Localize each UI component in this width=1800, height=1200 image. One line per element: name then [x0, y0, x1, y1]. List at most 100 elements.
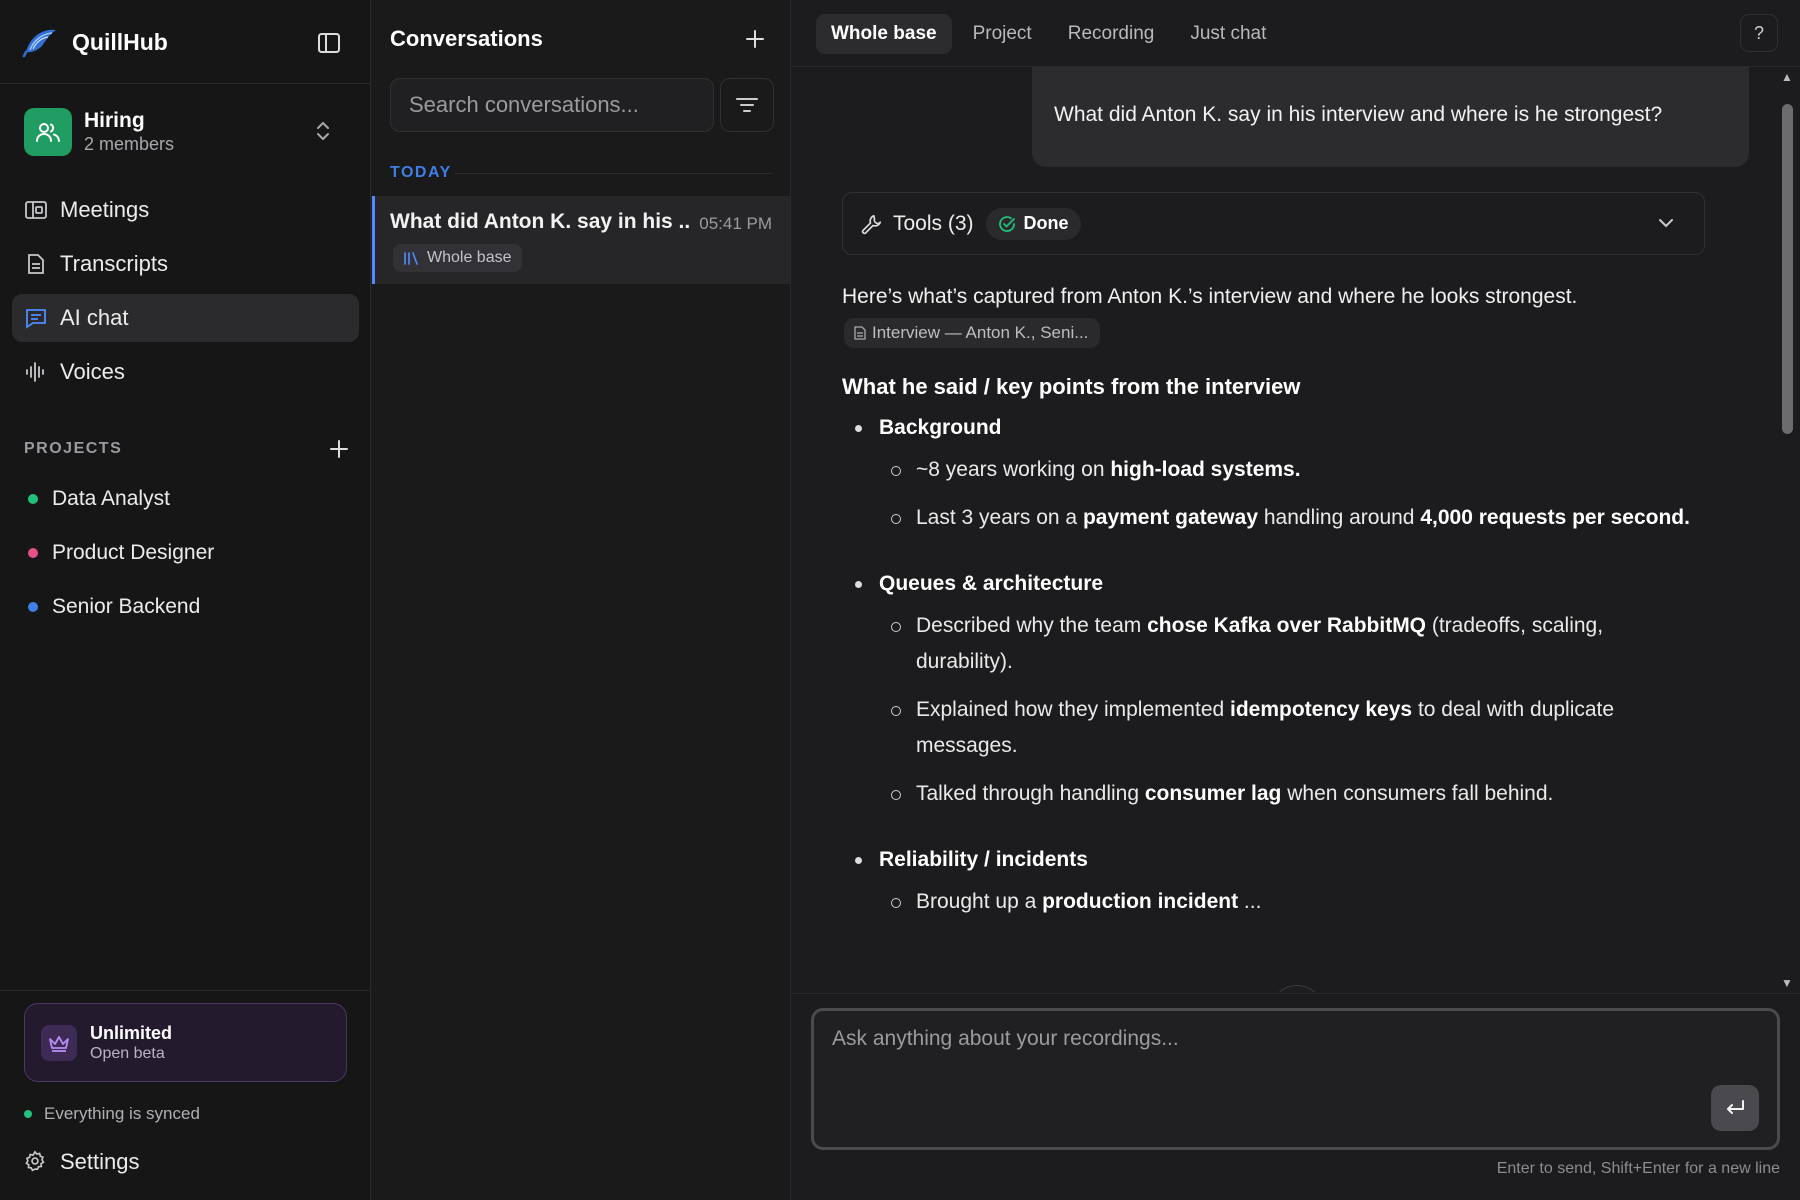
plan-subtitle: Open beta — [90, 1044, 165, 1062]
divider — [0, 83, 370, 84]
sync-status-text: Everything is synced — [44, 1104, 200, 1123]
app-name: QuillHub — [72, 28, 168, 55]
nav-item-label: AI chat — [60, 305, 129, 330]
project-color-dot — [28, 602, 38, 612]
nav-item-label: Transcripts — [60, 251, 168, 276]
project-label: Product Designer — [52, 541, 215, 564]
tab-just-chat[interactable]: Just chat — [1175, 14, 1281, 54]
conversations-panel: Conversations TODAY What did Anton K. sa… — [372, 0, 791, 1200]
conversation-title: What did Anton K. say in his ... — [390, 210, 690, 233]
divider — [0, 990, 370, 991]
scrollbar-thumb[interactable] — [1782, 104, 1793, 434]
answer-intro: Here’s what’s captured from Anton K.’s i… — [842, 285, 1578, 308]
answer-point: Last 3 years on a payment gateway handli… — [842, 500, 1702, 536]
tools-status-badge: Done — [985, 207, 1081, 240]
answer-point-text: ~8 years working on — [916, 458, 1111, 481]
plan-title: Unlimited — [90, 1022, 173, 1043]
project-label: Data Analyst — [52, 487, 170, 510]
search-input[interactable] — [409, 92, 713, 118]
chevron-down-icon — [1656, 213, 1676, 233]
sync-status-dot — [24, 1110, 32, 1118]
source-citation-label: Interview — Anton K., Seni... — [872, 323, 1089, 342]
answer-point: ~8 years working on high-load systems. — [842, 452, 1702, 488]
scope-tabs: Whole base Project Recording Just chat — [816, 14, 1287, 54]
group-label-today: TODAY — [390, 164, 452, 181]
project-list: Data Analyst Product Designer Senior Bac… — [28, 472, 214, 634]
answer-section-title: Background — [842, 416, 1702, 440]
crown-icon — [41, 1024, 77, 1061]
workspace-avatar — [24, 108, 72, 156]
message-composer — [811, 1008, 1780, 1150]
search-conversations — [390, 78, 714, 132]
meetings-icon — [24, 198, 48, 222]
filter-button[interactable] — [720, 78, 774, 132]
answer-point-text: when consumers fall behind. — [1281, 782, 1554, 805]
answer-point: Described why the team chose Kafka over … — [842, 608, 1702, 680]
add-project-button[interactable] — [329, 439, 349, 459]
tab-recording[interactable]: Recording — [1053, 14, 1170, 54]
plan-card[interactable]: Unlimited Open beta — [24, 1003, 347, 1082]
new-conversation-button[interactable] — [744, 28, 766, 50]
answer-point: Explained how they implemented idempoten… — [842, 692, 1702, 764]
answer-point-text: Talked through handling — [916, 782, 1145, 805]
workspace-name: Hiring — [84, 109, 145, 132]
projects-label: PROJECTS — [24, 440, 123, 457]
project-color-dot — [28, 548, 38, 558]
answer-section-title: Reliability / incidents — [842, 848, 1702, 872]
brand[interactable]: QuillHub — [22, 22, 168, 62]
divider — [792, 993, 1800, 994]
answer-point-emphasis: consumer lag — [1144, 782, 1282, 805]
nav-item-ai-chat[interactable]: AI chat — [12, 294, 359, 342]
sidebar: QuillHub Hiring 2 members Meetings Trans… — [0, 0, 371, 1200]
answer-point-emphasis: production incident — [1042, 890, 1239, 913]
message-input[interactable] — [832, 1027, 1692, 1107]
conversation-tag-label: Whole base — [427, 249, 512, 266]
chat-scrollbar[interactable]: ▲ ▼ — [1778, 70, 1796, 990]
nav-item-label: Meetings — [60, 197, 150, 222]
workspace-switcher[interactable]: Hiring 2 members — [24, 107, 349, 157]
source-citation-chip[interactable]: Interview — Anton K., Seni... — [844, 318, 1101, 348]
sidebar-panel-icon — [317, 32, 341, 54]
enter-icon — [1724, 1098, 1746, 1118]
answer-point-text: ... — [1238, 890, 1262, 913]
nav-item-voices[interactable]: Voices — [12, 348, 359, 396]
nav-item-meetings[interactable]: Meetings — [12, 186, 359, 234]
answer-point-emphasis: idempotency keys — [1230, 698, 1413, 721]
answer-sections: Background ~8 years working on high-load … — [842, 416, 1702, 920]
workspace-members: 2 members — [84, 134, 175, 154]
tools-accordion[interactable]: Tools (3) Done — [842, 192, 1705, 255]
chat-pane: Whole base Project Recording Just chat ?… — [792, 0, 1800, 1200]
scroll-to-bottom-button[interactable] — [1270, 985, 1324, 992]
users-icon — [35, 120, 61, 144]
sidebar-toggle-button[interactable] — [314, 28, 344, 58]
answer-point: Brought up a production incident ... — [842, 884, 1702, 920]
tab-project[interactable]: Project — [958, 14, 1047, 54]
tab-whole-base[interactable]: Whole base — [816, 14, 952, 54]
conversation-item[interactable]: What did Anton K. say in his ... 05:41 P… — [372, 196, 790, 284]
project-item-data-analyst[interactable]: Data Analyst — [28, 472, 214, 526]
waveform-icon — [24, 360, 48, 384]
divider — [455, 173, 772, 174]
user-message: What did Anton K. say in his interview a… — [1032, 67, 1749, 167]
document-icon — [854, 326, 866, 340]
nav-item-transcripts[interactable]: Transcripts — [12, 240, 359, 288]
settings-label: Settings — [60, 1149, 140, 1174]
answer-heading: What he said / key points from the inter… — [842, 374, 1301, 399]
scroll-up-arrow-icon[interactable]: ▲ — [1780, 70, 1794, 84]
send-button[interactable] — [1711, 1085, 1759, 1131]
project-item-product-designer[interactable]: Product Designer — [28, 526, 214, 580]
message-list[interactable]: What did Anton K. say in his interview a… — [792, 67, 1800, 992]
answer-point-text: Described why the team — [916, 614, 1148, 637]
project-label: Senior Backend — [52, 595, 201, 618]
scroll-down-arrow-icon[interactable]: ▼ — [1780, 976, 1794, 990]
tools-label: Tools (3) — [893, 211, 974, 235]
answer-point-text: Brought up a — [916, 890, 1043, 913]
help-button[interactable]: ? — [1740, 14, 1778, 52]
conversation-time: 05:41 PM — [699, 214, 772, 233]
project-item-senior-backend[interactable]: Senior Backend — [28, 580, 214, 634]
settings-link[interactable]: Settings — [24, 1149, 140, 1175]
project-color-dot — [28, 494, 38, 504]
conversation-scope-tag: Whole base — [393, 244, 522, 272]
